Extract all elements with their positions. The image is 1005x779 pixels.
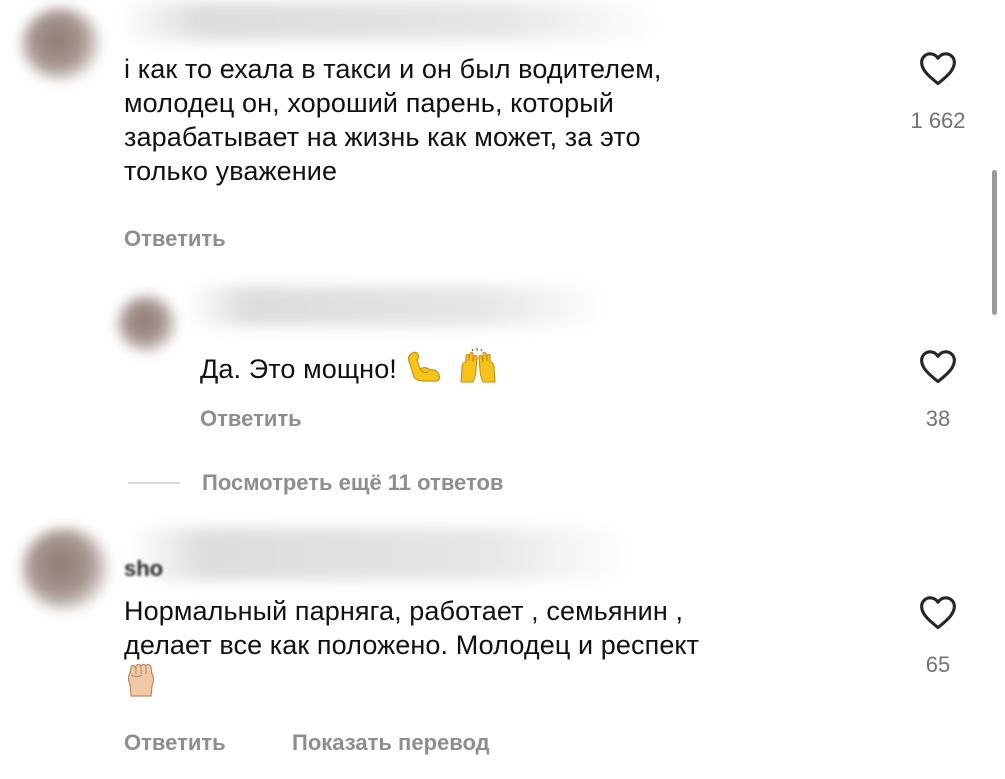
avatar[interactable]	[22, 8, 100, 80]
avatar[interactable]	[118, 296, 176, 352]
raised-fist-icon	[127, 663, 155, 697]
comment-line: делает все как положено. Молодец и респе…	[124, 630, 700, 660]
username-redacted	[120, 2, 660, 40]
scrollbar[interactable]	[992, 170, 997, 315]
heart-outline-icon[interactable]	[918, 348, 958, 384]
flexed-biceps-icon	[407, 351, 440, 382]
comment-line: і как то ехала в такси и он был водителе…	[124, 54, 662, 84]
comment-line: молодец он, хороший парень, который	[124, 88, 614, 118]
like-group: 65	[898, 594, 978, 678]
reply-button[interactable]: Ответить	[124, 730, 226, 756]
like-count: 1 662	[910, 108, 966, 133]
comment-line: только уважение	[124, 156, 338, 186]
replies-divider	[128, 482, 180, 484]
reply-text-content: Да. Это мощно!	[200, 354, 397, 384]
raising-hands-icon	[460, 348, 496, 383]
avatar[interactable]	[22, 528, 108, 610]
like-group: 38	[898, 348, 978, 432]
username-redacted	[186, 286, 606, 326]
comment-text: і как то ехала в такси и он был водителе…	[124, 52, 662, 188]
show-translation-button[interactable]: Показать перевод	[292, 730, 490, 756]
comment-line: Нормальный парняга, работает , семьянин …	[124, 596, 684, 626]
like-count: 65	[925, 652, 951, 677]
heart-outline-icon[interactable]	[918, 594, 958, 630]
like-count: 38	[925, 406, 951, 431]
heart-outline-icon[interactable]	[918, 50, 958, 86]
view-more-replies-button[interactable]: Посмотреть ещё 11 ответов	[202, 470, 503, 496]
comment-text: Нормальный парняга, работает , семьянин …	[124, 594, 699, 706]
reply-text: Да. Это мощно!	[200, 348, 498, 386]
comment-line: зарабатывает на жизнь как может, за это	[124, 122, 641, 152]
username-partial[interactable]: sho	[124, 556, 163, 582]
reply-button[interactable]: Ответить	[200, 406, 302, 432]
reply-button[interactable]: Ответить	[124, 226, 226, 252]
like-group: 1 662	[898, 50, 978, 134]
username-redacted	[130, 528, 630, 580]
